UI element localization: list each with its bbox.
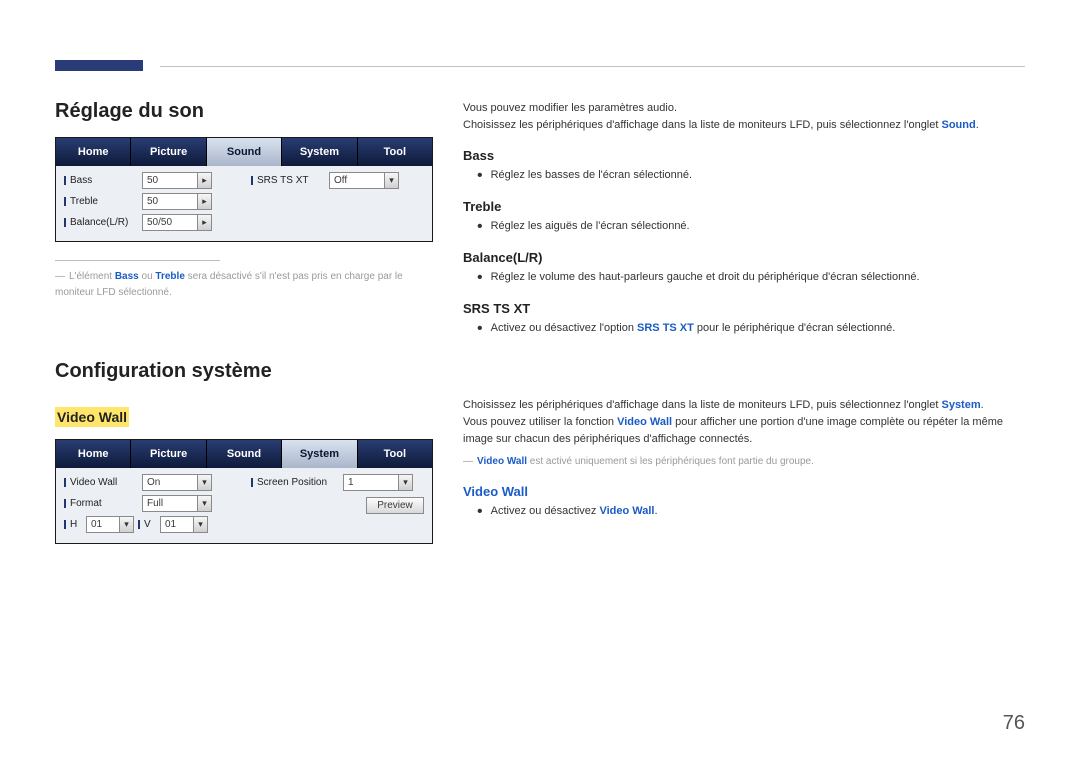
divider bbox=[55, 260, 220, 261]
tab-home[interactable]: Home bbox=[56, 440, 131, 468]
system-paragraph-2: Vous pouvez utiliser la fonction Video W… bbox=[463, 414, 1025, 448]
heading-sound: Réglage du son bbox=[55, 100, 433, 123]
balance-field[interactable]: 50/50▸ bbox=[142, 214, 212, 231]
chevron-down-icon[interactable]: ▾ bbox=[197, 496, 211, 511]
page-number: 76 bbox=[1003, 712, 1025, 735]
srs-heading: SRS TS XT bbox=[463, 301, 1025, 316]
treble-field[interactable]: 50▸ bbox=[142, 193, 212, 210]
bass-bullet: Réglez les basses de l'écran sélectionné… bbox=[477, 167, 1025, 185]
srs-bullet: Activez ou désactivez l'option SRS TS XT… bbox=[477, 320, 1025, 338]
balance-bullet: Réglez le volume des haut-parleurs gauch… bbox=[477, 269, 1025, 287]
tab-picture[interactable]: Picture bbox=[131, 138, 206, 166]
tab-system[interactable]: System bbox=[282, 138, 357, 166]
videowall-heading: Video Wall bbox=[463, 484, 1025, 499]
treble-label: Treble bbox=[64, 196, 138, 207]
sound-intro-1: Vous pouvez modifier les paramètres audi… bbox=[463, 100, 1025, 117]
chevron-down-icon[interactable]: ▾ bbox=[119, 517, 133, 532]
sound-ui-panel: Home Picture Sound System Tool Bass 50▸ … bbox=[55, 137, 433, 242]
v-field[interactable]: 01▾ bbox=[160, 516, 208, 533]
chevron-right-icon[interactable]: ▸ bbox=[197, 215, 211, 230]
tab-home[interactable]: Home bbox=[56, 138, 131, 166]
header-accent bbox=[55, 60, 143, 71]
videowall-label: Video Wall bbox=[64, 477, 138, 488]
system-ui-panel: Home Picture Sound System Tool Video Wal… bbox=[55, 439, 433, 544]
balance-heading: Balance(L/R) bbox=[463, 250, 1025, 265]
heading-system: Configuration système bbox=[55, 360, 433, 383]
videowall-field[interactable]: On▾ bbox=[142, 474, 212, 491]
tab-system[interactable]: System bbox=[282, 440, 357, 468]
srs-label: SRS TS XT bbox=[251, 175, 325, 186]
treble-heading: Treble bbox=[463, 199, 1025, 214]
format-label: Format bbox=[64, 498, 138, 509]
tab-sound[interactable]: Sound bbox=[207, 138, 282, 166]
tab-tool[interactable]: Tool bbox=[358, 440, 432, 468]
tab-picture[interactable]: Picture bbox=[131, 440, 206, 468]
bass-heading: Bass bbox=[463, 148, 1025, 163]
tab-tool[interactable]: Tool bbox=[358, 138, 432, 166]
header-rule bbox=[160, 66, 1025, 67]
chevron-down-icon[interactable]: ▾ bbox=[384, 173, 398, 188]
tab-sound[interactable]: Sound bbox=[207, 440, 282, 468]
system-intro: Choisissez les périphériques d'affichage… bbox=[463, 397, 1025, 414]
treble-bullet: Réglez les aiguës de l'écran sélectionné… bbox=[477, 218, 1025, 236]
preview-button[interactable]: Preview bbox=[366, 497, 424, 514]
bass-field[interactable]: 50▸ bbox=[142, 172, 212, 189]
balance-label: Balance(L/R) bbox=[64, 217, 138, 228]
subheading-videowall: Video Wall bbox=[55, 407, 129, 427]
system-note: ―Video Wall est activé uniquement si les… bbox=[463, 454, 1025, 470]
chevron-right-icon[interactable]: ▸ bbox=[197, 194, 211, 209]
h-label: H bbox=[64, 519, 82, 530]
chevron-down-icon[interactable]: ▾ bbox=[197, 475, 211, 490]
screenpos-label: Screen Position bbox=[251, 477, 339, 488]
videowall-bullet: Activez ou désactivez Video Wall. bbox=[477, 503, 1025, 521]
bass-label: Bass bbox=[64, 175, 138, 186]
sound-tabs: Home Picture Sound System Tool bbox=[56, 138, 432, 166]
chevron-down-icon[interactable]: ▾ bbox=[398, 475, 412, 490]
system-tabs: Home Picture Sound System Tool bbox=[56, 440, 432, 468]
v-label: V bbox=[138, 519, 156, 530]
chevron-down-icon[interactable]: ▾ bbox=[193, 517, 207, 532]
sound-intro-2: Choisissez les périphériques d'affichage… bbox=[463, 117, 1025, 134]
screenpos-field[interactable]: 1▾ bbox=[343, 474, 413, 491]
chevron-right-icon[interactable]: ▸ bbox=[197, 173, 211, 188]
h-field[interactable]: 01▾ bbox=[86, 516, 134, 533]
srs-field[interactable]: Off▾ bbox=[329, 172, 399, 189]
format-field[interactable]: Full▾ bbox=[142, 495, 212, 512]
sound-footnote: ―L'élément Bass ou Treble sera désactivé… bbox=[55, 269, 433, 300]
